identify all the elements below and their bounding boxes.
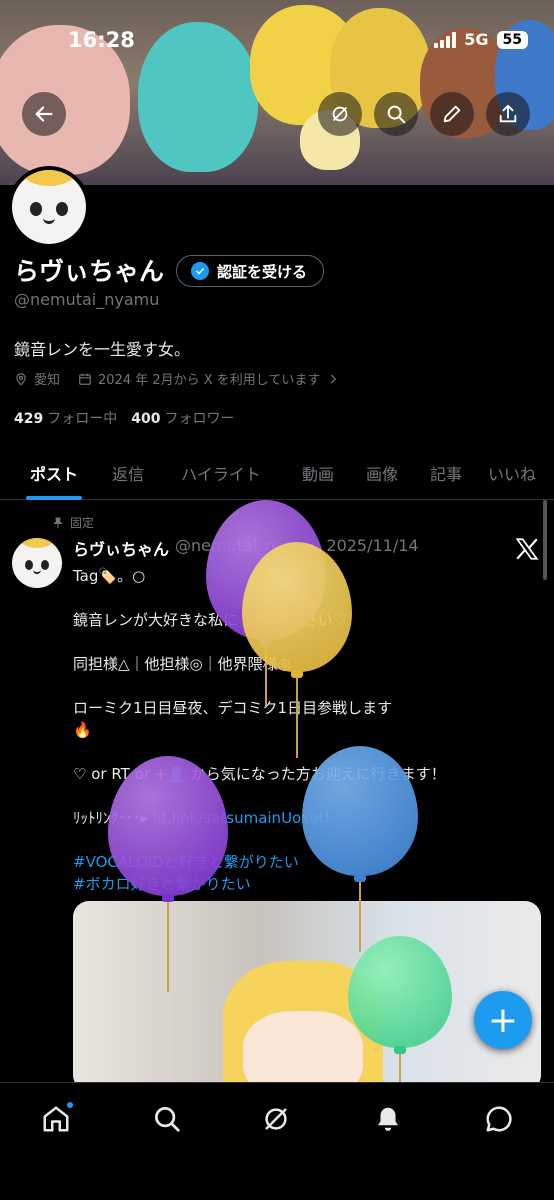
calendar-icon (79, 373, 91, 385)
profile-avatar[interactable] (8, 166, 90, 248)
edit-button[interactable] (430, 92, 474, 136)
profile-tabs: ポスト 返信 ハイライト 動画 画像 記事 いいね (0, 446, 554, 500)
profile-name: らヴぃちゃん (14, 257, 165, 286)
following-label: フォロー中 (47, 411, 118, 427)
post-line-fire: 🔥 (73, 721, 92, 739)
get-verified-label: 認証を受ける (217, 262, 308, 281)
get-verified-button[interactable]: 認証を受ける (176, 255, 325, 287)
location-icon (16, 372, 26, 386)
post-media-image[interactable] (73, 901, 541, 1091)
post-avatar[interactable] (12, 538, 62, 588)
grok-icon (265, 1108, 287, 1130)
home-icon (43, 1106, 69, 1132)
status-bar: 16:28 5G 55 (0, 0, 554, 80)
tab-videos[interactable]: 動画 (294, 446, 342, 500)
battery-icon: 55 (496, 30, 528, 49)
arrow-left-icon (35, 106, 53, 122)
network-type: 5G (464, 30, 489, 49)
message-icon (486, 1106, 512, 1132)
status-indicators: 5G 55 (434, 30, 528, 49)
followers-label: フォロワー (164, 411, 235, 427)
nav-notifications[interactable] (370, 1101, 406, 1137)
followers-link[interactable]: 400 フォロワー (131, 408, 234, 428)
compose-button[interactable]: + (474, 991, 532, 1049)
x-logo-icon (515, 538, 539, 560)
profile-meta: 愛知 2024 年 2月から X を利用しています (14, 369, 340, 388)
notification-dot (67, 1102, 73, 1108)
profile-banner[interactable]: 16:28 5G 55 (0, 0, 554, 185)
following-link[interactable]: 429 フォロー中 (14, 408, 117, 428)
followers-count: 400 (131, 411, 161, 427)
nav-grok[interactable] (258, 1101, 294, 1137)
grok-icon (332, 106, 348, 122)
share-button[interactable] (486, 92, 530, 136)
scrollbar[interactable] (543, 500, 547, 580)
post-author[interactable]: らヴぃちゃん (73, 536, 169, 560)
follow-stats: 429 フォロー中 400 フォロワー (14, 408, 234, 428)
profile-location: 愛知 (34, 373, 61, 388)
avatar-image (12, 170, 86, 244)
share-icon (499, 104, 517, 123)
search-button[interactable] (374, 92, 418, 136)
profile-handle: @nemutai_nyamu (14, 290, 160, 309)
nav-search[interactable] (149, 1101, 185, 1137)
tab-images[interactable]: 画像 (342, 446, 422, 500)
nav-messages[interactable] (481, 1101, 517, 1137)
bell-icon (378, 1107, 398, 1131)
signal-icon (434, 31, 457, 48)
tab-articles[interactable]: 記事 (422, 446, 470, 500)
search-icon (155, 1107, 180, 1132)
tab-likes[interactable]: いいね (470, 446, 554, 500)
nav-home[interactable] (38, 1101, 74, 1137)
following-count: 429 (14, 411, 44, 427)
search-icon (387, 105, 406, 124)
bottom-navigation (0, 1082, 554, 1200)
grok-button[interactable] (318, 92, 362, 136)
back-button[interactable] (22, 92, 66, 136)
media-character-face (243, 1011, 363, 1091)
verified-badge-icon (191, 262, 209, 280)
chevron-right-icon[interactable] (326, 372, 340, 386)
profile-bio: 鏡音レンを一生愛す女。 (14, 340, 191, 359)
tab-replies[interactable]: 返信 (108, 446, 148, 500)
pinned-label: 固定 (70, 516, 95, 530)
post-date: 2025/11/14 (326, 536, 419, 555)
pin-icon (53, 517, 63, 528)
profile-joined: 2024 年 2月から X を利用しています (98, 373, 321, 388)
pinned-indicator: 固定 (52, 514, 94, 531)
tab-highlights[interactable]: ハイライト (148, 446, 294, 500)
post-line-events: ローミク1日目昼夜、デコミク1日目参戦します (73, 699, 393, 717)
status-time: 16:28 (68, 28, 135, 52)
pencil-icon (443, 105, 461, 123)
tab-posts[interactable]: ポスト (0, 446, 108, 500)
